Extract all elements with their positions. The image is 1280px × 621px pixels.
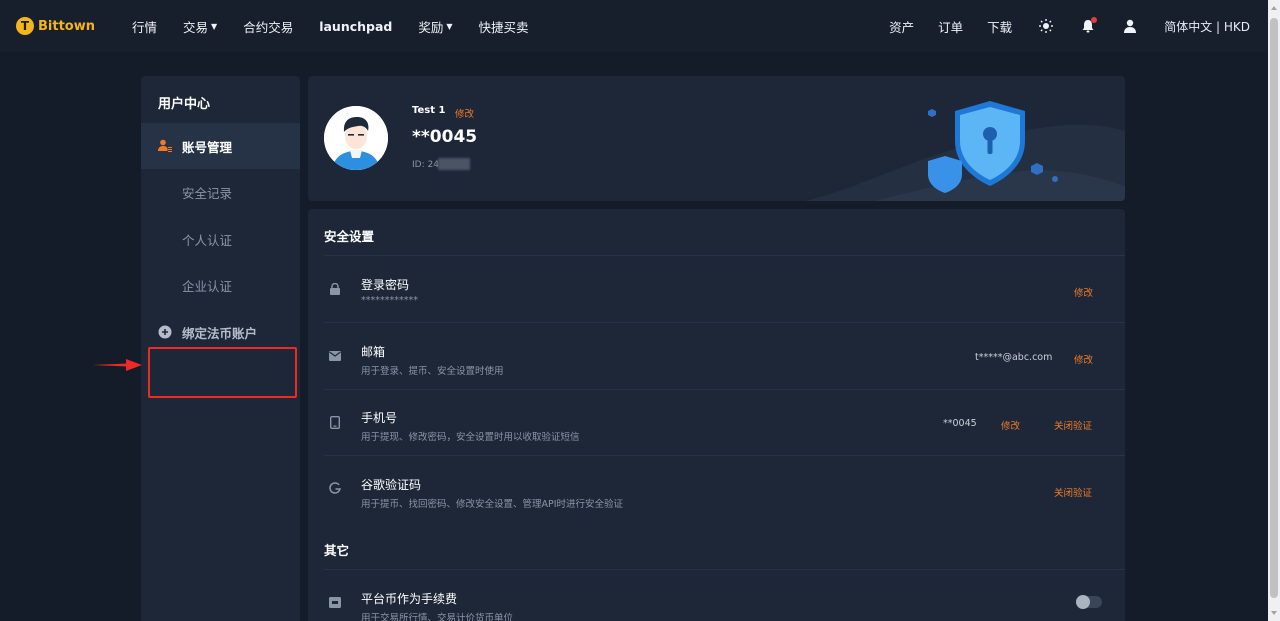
platform-coin-fee-description: 用于交易所行情、交易计价货币单位: [361, 613, 514, 621]
email-value: t*****@abc.com: [975, 352, 1053, 363]
email-title: 邮箱: [361, 345, 386, 359]
notification-dot: [1091, 17, 1098, 23]
coin-fee-icon: [328, 595, 342, 609]
logo-icon: T: [16, 17, 34, 35]
email-description: 用于登录、提币、安全设置时使用: [361, 366, 504, 377]
plus-circle-icon: [158, 325, 172, 339]
divider: [324, 569, 1125, 570]
annotation-highlight-box: [148, 347, 297, 398]
security-settings-card: 安全设置 登录密码 ************ 修改 邮箱 用于登录、提币、安全设…: [308, 209, 1125, 621]
sidebar-item-label: 绑定法币账户: [182, 325, 258, 341]
sidebar-item-security-records[interactable]: 安全记录: [141, 169, 300, 215]
top-navbar: T Bittown 行情 交易 ▼ 合约交易 launchpad 奖励 ▼ 快捷买卖…: [0, 0, 1268, 52]
nav-futures[interactable]: 合约交易: [243, 17, 293, 36]
language-currency-selector[interactable]: 简体中文 | HKD: [1164, 18, 1250, 35]
edit-name-link[interactable]: 修改: [455, 106, 474, 120]
phone-value: **0045: [943, 418, 977, 429]
nav-right: 资产 订单 下载 简体中文 | HKD: [865, 0, 1250, 52]
nav-assets[interactable]: 资产: [889, 17, 914, 36]
login-password-title: 登录密码: [361, 278, 410, 292]
security-shield-illustration: [805, 101, 1125, 201]
divider: [324, 255, 1125, 256]
divider: [324, 389, 1125, 390]
lock-icon: [328, 282, 342, 296]
scroll-thumb[interactable]: [1270, 18, 1278, 598]
avatar[interactable]: [324, 106, 388, 170]
change-password-link[interactable]: 修改: [1074, 285, 1093, 299]
scroll-up-arrow-icon[interactable]: [1271, 6, 1277, 10]
change-phone-link[interactable]: 修改: [1001, 418, 1020, 432]
notification-bell-icon[interactable]: [1080, 17, 1098, 34]
nav-orders[interactable]: 订单: [938, 17, 963, 36]
login-password-masked: ************: [361, 295, 418, 306]
change-email-link[interactable]: 修改: [1074, 352, 1093, 366]
brand-name: Bittown: [38, 18, 95, 34]
page-scrollbar[interactable]: [1268, 0, 1280, 621]
profile-name: Test 1: [412, 105, 446, 116]
nav-quick-buy[interactable]: 快捷买卖: [479, 17, 529, 36]
divider: [324, 455, 1125, 456]
nav-launchpad[interactable]: launchpad: [319, 19, 392, 34]
user-gear-icon: [158, 139, 172, 153]
phone-description: 用于提现、修改密码，安全设置时用以收取验证短信: [361, 432, 580, 443]
divider: [324, 322, 1125, 323]
profile-id-redacted: [438, 158, 470, 170]
profile-card: Test 1 修改 **0045 ID: 24: [308, 76, 1125, 201]
main-nav: 行情 交易 ▼ 合约交易 launchpad 奖励 ▼ 快捷买卖: [132, 17, 555, 36]
brand-logo[interactable]: T Bittown: [16, 17, 132, 35]
nav-rewards[interactable]: 奖励 ▼: [418, 17, 452, 36]
mail-icon: [328, 349, 342, 363]
google-auth-description: 用于提币、找回密码、修改安全设置、管理API时进行安全验证: [361, 499, 624, 510]
google-authenticator-icon: [328, 481, 342, 495]
scroll-down-arrow-icon[interactable]: [1271, 611, 1277, 615]
disable-sms-verification-link[interactable]: 关闭验证: [1054, 418, 1092, 432]
sidebar-item-business-verification[interactable]: 企业认证: [141, 262, 300, 308]
chevron-down-icon: ▼: [211, 21, 218, 31]
profile-id: ID: 24: [412, 160, 439, 170]
profile-account: **0045: [412, 127, 478, 147]
sidebar-item-account-management[interactable]: 账号管理: [141, 123, 300, 169]
nav-trade[interactable]: 交易 ▼: [183, 17, 217, 36]
google-auth-title: 谷歌验证码: [361, 478, 422, 492]
other-section-title: 其它: [324, 543, 350, 558]
disable-google-auth-link[interactable]: 关闭验证: [1054, 485, 1092, 499]
user-profile-icon[interactable]: [1122, 18, 1138, 34]
sidebar-title: 用户中心: [158, 97, 211, 112]
toggle-knob: [1076, 595, 1090, 609]
security-section-title: 安全设置: [324, 229, 375, 244]
nav-markets[interactable]: 行情: [132, 17, 157, 36]
sidebar-item-label: 账号管理: [182, 139, 233, 155]
annotation-arrow-icon: [92, 359, 142, 371]
theme-toggle-sun-icon[interactable]: [1038, 18, 1054, 34]
phone-title: 手机号: [361, 411, 398, 425]
sidebar-item-personal-verification[interactable]: 个人认证: [141, 216, 300, 262]
platform-coin-fee-toggle[interactable]: [1076, 595, 1102, 609]
nav-download[interactable]: 下载: [987, 17, 1012, 36]
phone-icon: [328, 415, 342, 429]
chevron-down-icon: ▼: [446, 21, 453, 31]
platform-coin-fee-title: 平台币作为手续费: [361, 592, 458, 606]
